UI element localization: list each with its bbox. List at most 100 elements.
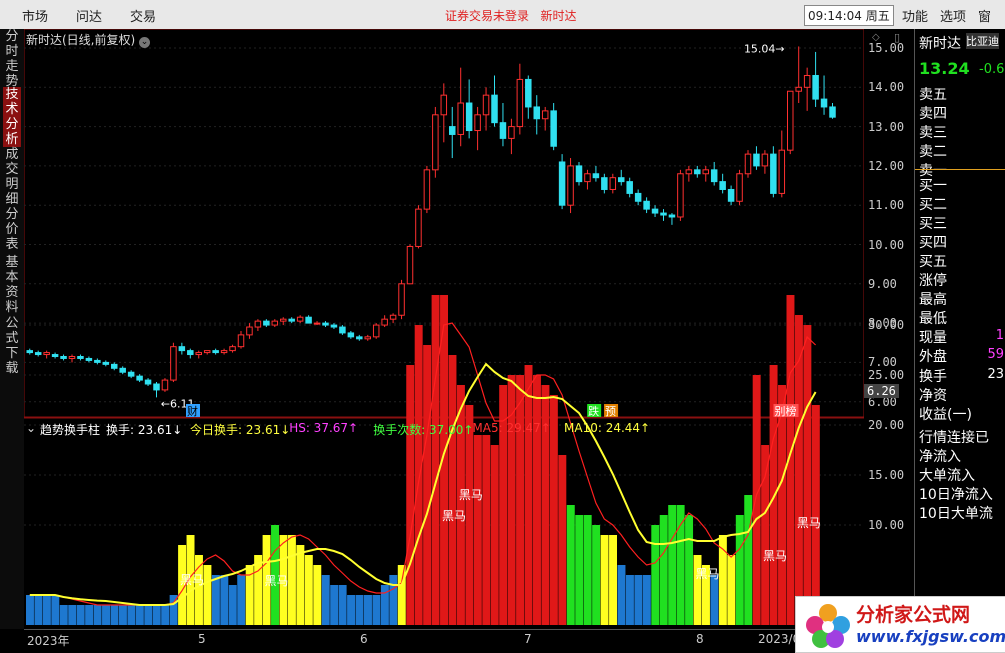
vol-tick: 25.00 xyxy=(868,368,905,382)
date-label: 5 xyxy=(198,632,206,646)
menu-options[interactable]: 选项 xyxy=(940,6,966,25)
candle xyxy=(68,356,76,359)
flow-label: 10日大单流 xyxy=(919,506,993,522)
candle xyxy=(533,106,540,120)
sidetab-3[interactable]: 分价表 xyxy=(3,207,21,252)
date-axis: 2023年 5 6 7 8 2023/0 xyxy=(24,629,914,652)
candle xyxy=(263,320,270,326)
stat-value: 59 xyxy=(987,347,1004,362)
candle xyxy=(271,320,279,326)
volume-bar xyxy=(372,595,381,625)
candle xyxy=(322,322,329,326)
volume-bar xyxy=(659,515,668,625)
price-tick: 14.00 xyxy=(868,80,905,95)
flow-label: 净流入 xyxy=(919,449,961,465)
volume-bar xyxy=(152,605,161,625)
candle xyxy=(313,322,321,325)
volume-bar xyxy=(397,565,406,625)
candle xyxy=(592,173,600,179)
sidetab-5[interactable]: 公式下载 xyxy=(3,316,21,376)
date-label: 2023/0 xyxy=(758,632,801,646)
menu-trade[interactable]: 交易 xyxy=(130,6,156,25)
candle xyxy=(296,316,304,322)
sidetab-4[interactable]: 基本资料 xyxy=(3,255,21,315)
volume-bar xyxy=(85,605,94,625)
candle xyxy=(778,149,786,194)
volume-bar xyxy=(127,605,136,625)
volume-bar xyxy=(651,525,660,625)
volume-bar xyxy=(727,555,736,625)
candle xyxy=(812,75,819,100)
volume-bar xyxy=(118,605,127,625)
volume-bar xyxy=(304,555,313,625)
volume-bar xyxy=(490,445,499,625)
volume-bar xyxy=(135,605,144,625)
quote-panel: 新时达 比亚迪 13.24 -0.6 卖五 卖四 卖三 卖二 卖一 买一 买二 买三 买四 买五 涨停 最高最… xyxy=(914,29,1005,629)
heima-label: 黑马 xyxy=(265,574,289,588)
top-menu-bar: 市场 问达 交易 证券交易未登录 新时达 09:14:04 周五 功能 选项 窗 xyxy=(0,0,1005,30)
price-tick: 9.00 xyxy=(868,276,897,291)
kline-chart[interactable]: ←6.1115.04→财跌预别榜黑马 黑马黑马黑马黑马黑马黑马 xyxy=(24,29,864,629)
menu-market[interactable]: 市场 xyxy=(22,6,48,25)
candle xyxy=(761,153,769,167)
volume-bar xyxy=(668,505,677,625)
volume-bar xyxy=(448,355,457,625)
volume-bar xyxy=(744,495,753,625)
volume-bar xyxy=(507,375,516,625)
current-price: 13.24 xyxy=(919,59,970,78)
menu-window[interactable]: 窗 xyxy=(978,6,991,25)
candle xyxy=(144,379,152,385)
candle xyxy=(170,346,177,381)
candle xyxy=(372,324,380,338)
volume-bar xyxy=(321,575,330,625)
volume-bar xyxy=(617,565,626,625)
candle xyxy=(178,346,186,352)
clock: 09:14:04 周五 xyxy=(804,5,894,26)
indicator-toggle-icon[interactable]: ⌄ xyxy=(26,421,36,435)
candle xyxy=(575,165,583,183)
candle xyxy=(102,361,110,365)
candle xyxy=(153,383,160,391)
indicator-item-3: 换手次数: 37.00↑ xyxy=(373,423,474,437)
candle xyxy=(795,86,802,92)
candle xyxy=(634,192,642,202)
candle xyxy=(474,114,481,132)
status-message: 证券交易未登录 新时达 xyxy=(445,9,577,23)
event-marker-text: 跌 xyxy=(588,404,599,418)
candle xyxy=(195,352,202,356)
heima-label: 黑马 xyxy=(763,549,787,563)
volume-bar xyxy=(811,405,820,625)
candle xyxy=(803,75,811,88)
sidetab-0[interactable]: 分时走势 xyxy=(3,29,21,89)
candle xyxy=(491,94,498,124)
logo-title: 分析家公式网 xyxy=(856,604,971,626)
menu-function[interactable]: 功能 xyxy=(902,6,928,25)
stat-label: 外盘 xyxy=(919,349,947,365)
candle xyxy=(702,169,709,175)
chart-area[interactable]: ←6.11 15.04→ 财跌预别榜 黑马 黑马 黑马 黑马 黑马 黑马 黑马 新时达(日线,前复… xyxy=(24,29,864,629)
dropdown-icon[interactable]: ⌄ xyxy=(139,37,151,48)
candle xyxy=(770,153,777,194)
candle xyxy=(127,371,135,377)
stat2-label: 净资 xyxy=(919,388,947,404)
volume-bar xyxy=(389,575,398,625)
stat2-value: 23 xyxy=(987,367,1004,382)
volume-bar xyxy=(575,515,584,625)
stat-value: 1 xyxy=(995,328,1004,343)
volume-bar xyxy=(549,395,558,625)
menu-wenda[interactable]: 问达 xyxy=(76,6,102,25)
volume-bar xyxy=(685,515,694,625)
sidetab-2[interactable]: 成交明细 xyxy=(3,147,21,207)
candle xyxy=(85,357,93,361)
indicator-item-1: 今日换手: 23.61↓ xyxy=(190,423,291,437)
flow-label: 大单流入 xyxy=(919,468,975,484)
candle xyxy=(187,350,194,356)
sidetab-1[interactable]: 技术分析 xyxy=(3,87,21,147)
volume-bar xyxy=(761,445,770,625)
stat-label: 现量 xyxy=(919,330,947,346)
sell-level-3: 卖三 xyxy=(919,125,947,141)
stat-label: 涨停 xyxy=(919,273,947,289)
candle xyxy=(212,350,219,354)
volume-bar xyxy=(51,595,60,625)
volume-bar xyxy=(752,375,761,625)
